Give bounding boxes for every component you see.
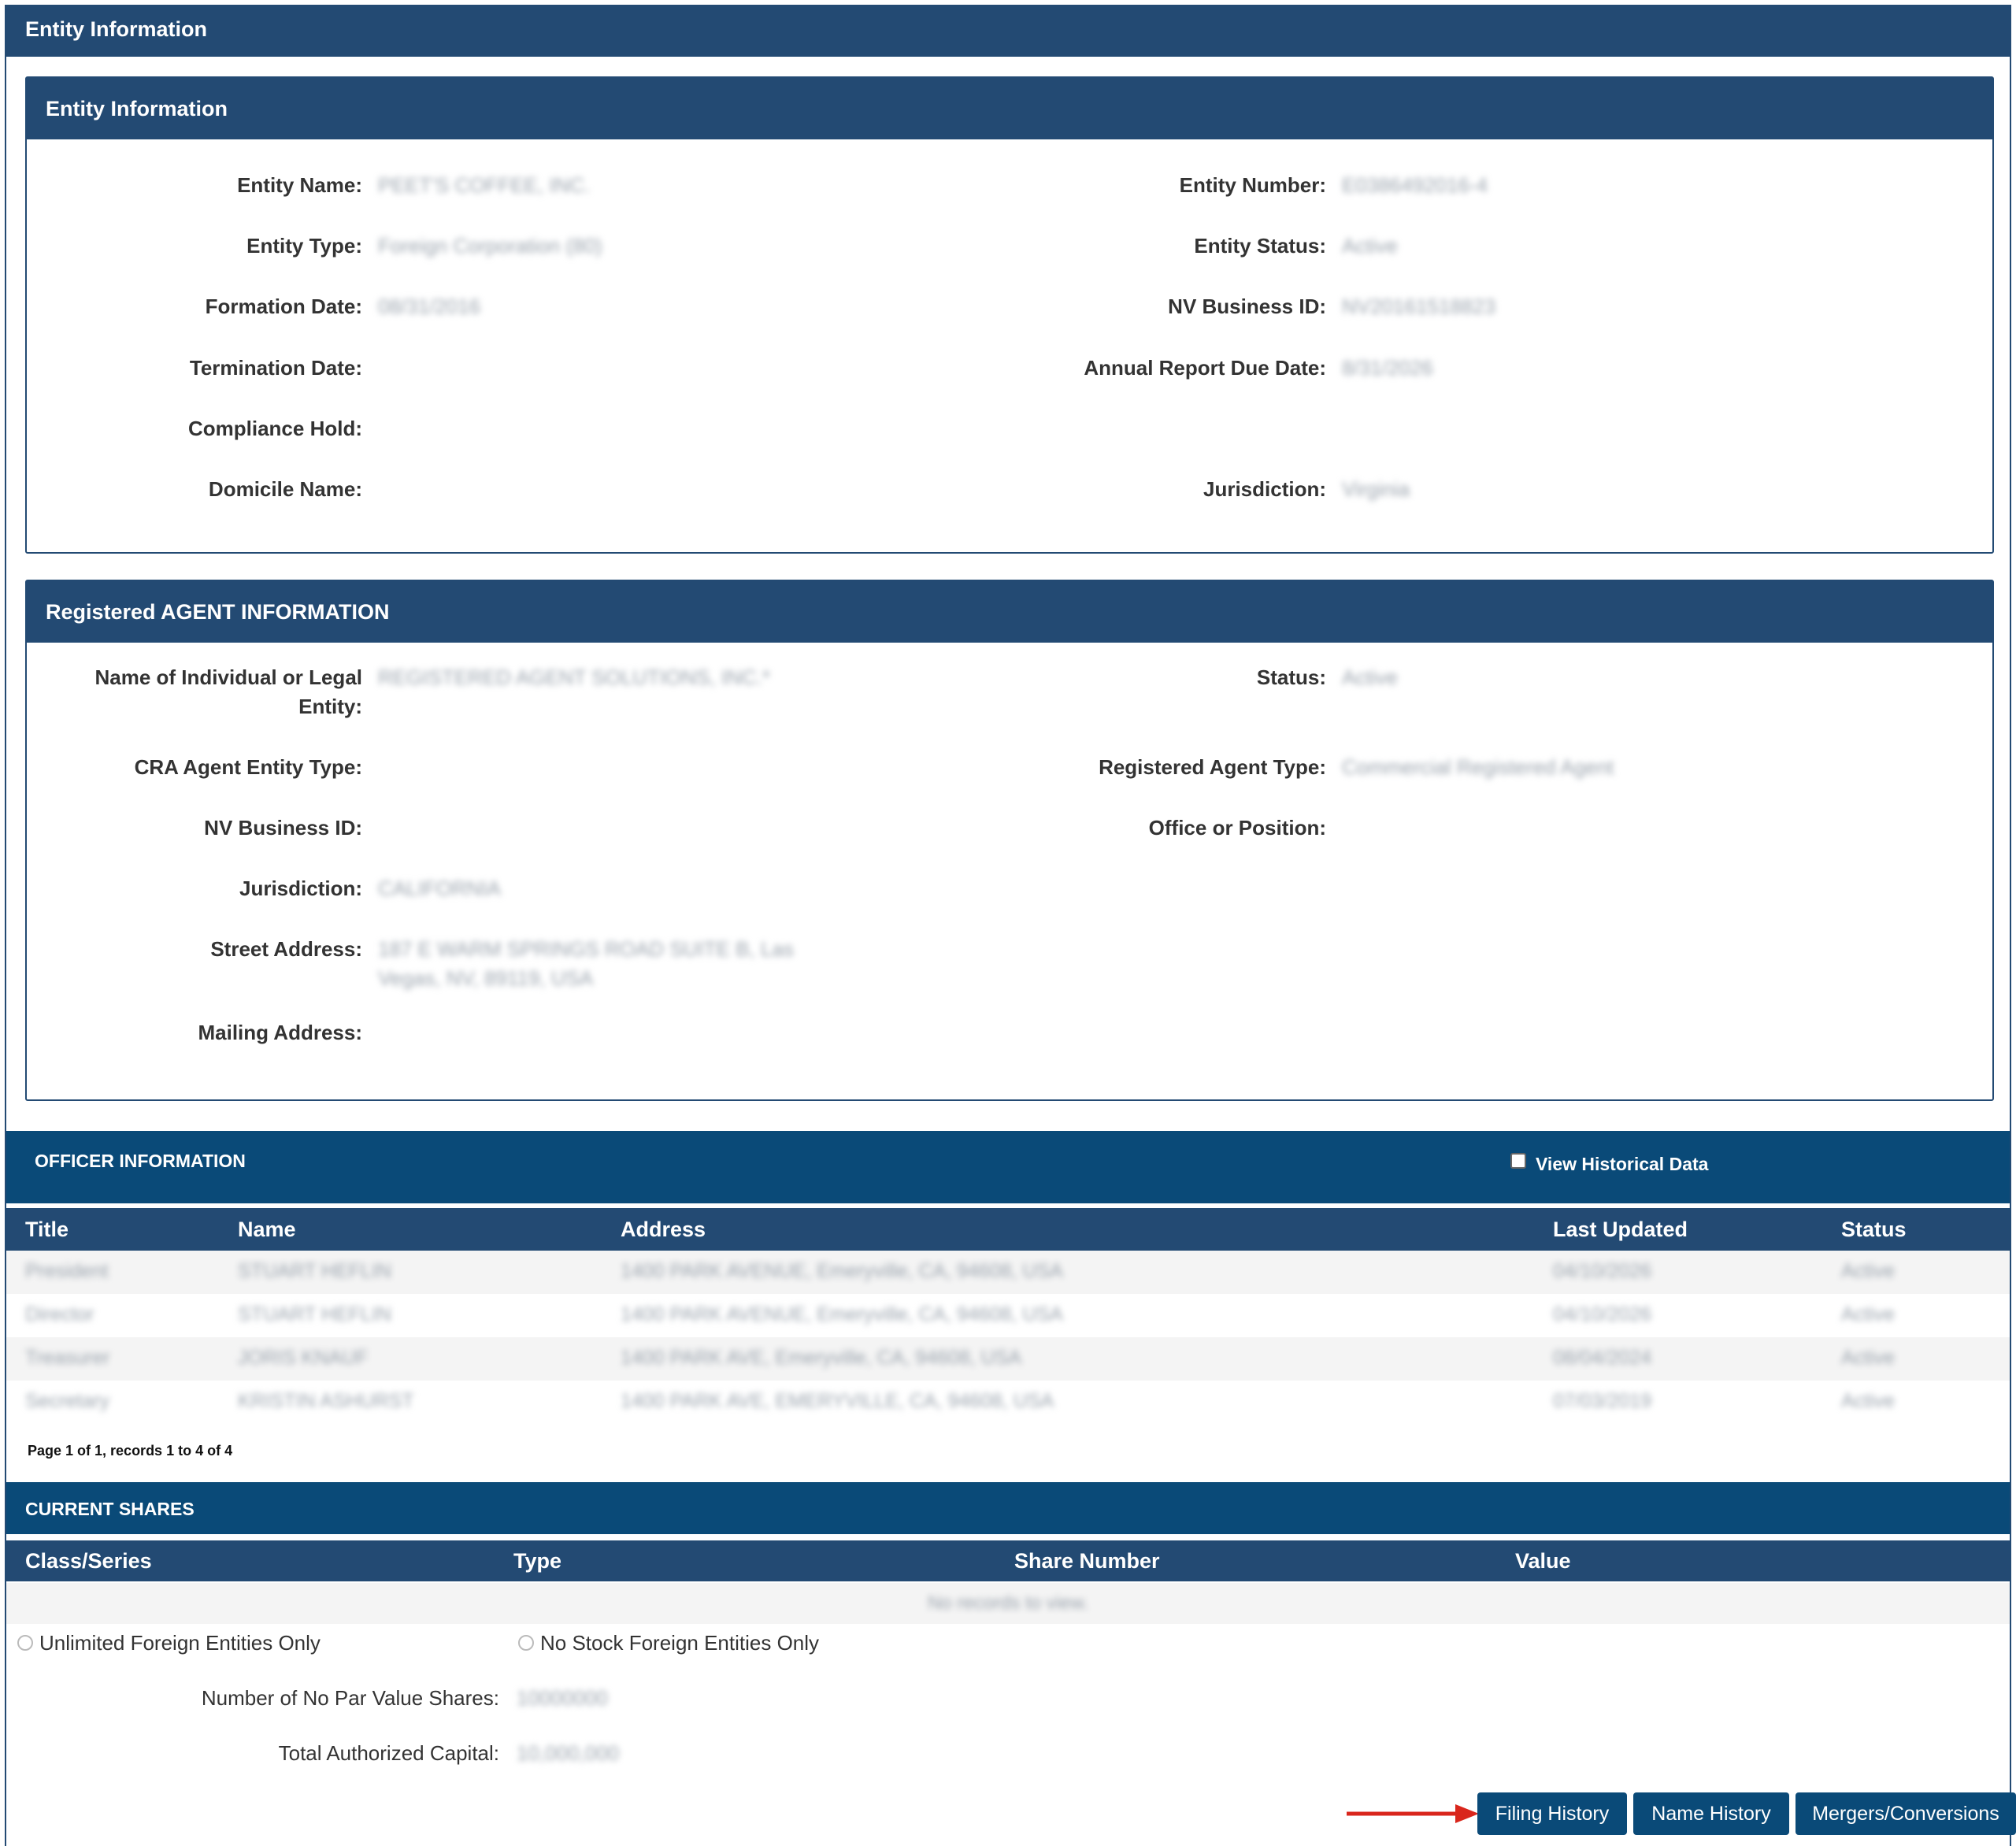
- agent-status-value: Active: [1342, 665, 1398, 689]
- officer-title: Secretary: [25, 1390, 109, 1412]
- nv-business-id-value: NV20161518823: [1342, 295, 1496, 318]
- col-address: Address: [621, 1218, 706, 1241]
- agent-status-label: Status:: [1256, 665, 1326, 689]
- officer-table-header: Title Name Address Last Updated Status: [6, 1208, 2010, 1251]
- entity-status-value: Active: [1342, 234, 1398, 258]
- no-stock-foreign-label[interactable]: No Stock Foreign Entities Only: [540, 1631, 819, 1655]
- officer-address: 1400 PARK AVENUE, Emeryville, CA, 94608,…: [621, 1303, 1063, 1325]
- annual-report-due-label: Annual Report Due Date:: [1084, 356, 1326, 380]
- agent-jurisdiction-label: Jurisdiction:: [239, 877, 362, 900]
- office-position-label: Office or Position:: [1148, 816, 1326, 840]
- agent-name-label: Name of Individual or Legal Entity:: [94, 665, 363, 718]
- agent-panel-title: Registered AGENT INFORMATION: [27, 581, 1992, 643]
- shares-section-header: CURRENT SHARES: [6, 1482, 2010, 1534]
- shares-table-header: Class/Series Type Share Number Value: [6, 1540, 2010, 1581]
- officer-section-header: OFFICER INFORMATION View Historical Data: [6, 1131, 2010, 1203]
- entity-detail-page: Entity Information Entity Information En…: [5, 5, 2016, 1846]
- entity-name-label: Entity Name:: [237, 173, 362, 197]
- entity-number-value: E0386492016-4: [1342, 173, 1488, 197]
- unlimited-foreign-radio[interactable]: [17, 1635, 33, 1651]
- view-historical-checkbox[interactable]: [1510, 1153, 1526, 1169]
- table-row[interactable]: President STUART HEFLIN 1400 PARK AVENUE…: [6, 1251, 2010, 1294]
- officer-updated: 07/03/2019: [1553, 1390, 1652, 1412]
- officer-updated: 08/04/2024: [1553, 1347, 1652, 1369]
- table-row[interactable]: Director STUART HEFLIN 1400 PARK AVENUE,…: [6, 1294, 2010, 1337]
- no-par-shares-value: 10000000: [517, 1686, 608, 1710]
- total-capital-label: Total Authorized Capital:: [278, 1741, 499, 1765]
- agent-type-label: Registered Agent Type:: [1099, 755, 1326, 779]
- col-name: Name: [238, 1218, 296, 1241]
- agent-name-value: REGISTERED AGENT SOLUTIONS, INC.*: [378, 665, 770, 689]
- formation-date-value: 08/31/2016: [378, 295, 481, 318]
- officer-pagination: Page 1 of 1, records 1 to 4 of 4: [28, 1443, 233, 1459]
- name-history-button[interactable]: Name History: [1633, 1792, 1789, 1835]
- annual-report-due-value: 8/31/2026: [1342, 356, 1433, 380]
- agent-jurisdiction-value: CALIFORNIA: [378, 877, 502, 900]
- entity-information-panel: Entity Information Entity Name: PEET'S C…: [25, 76, 1994, 554]
- page-title: Entity Information: [6, 5, 2010, 57]
- officer-section-title: OFFICER INFORMATION: [35, 1151, 246, 1171]
- mergers-conversions-button[interactable]: Mergers/Conversions: [1796, 1792, 2016, 1835]
- officer-address: 1400 PARK AVENUE, Emeryville, CA, 94608,…: [621, 1260, 1063, 1282]
- street-address-value: 187 E WARM SPRINGS ROAD SUITE B, Las Veg…: [378, 937, 794, 990]
- officer-name: STUART HEFLIN: [238, 1260, 391, 1282]
- shares-empty-row: No records to view.: [6, 1583, 2010, 1624]
- col-share-number: Share Number: [1014, 1549, 1160, 1573]
- col-status: Status: [1841, 1218, 1907, 1241]
- arrow-right-icon: [1347, 1804, 1479, 1823]
- officer-updated: 04/10/2026: [1553, 1303, 1652, 1325]
- jurisdiction-value: Virginia: [1342, 477, 1410, 501]
- col-value: Value: [1515, 1549, 1571, 1573]
- formation-date-label: Formation Date:: [205, 295, 362, 318]
- table-row[interactable]: Secretary KRISTIN ASHURST 1400 PARK AVE,…: [6, 1381, 2010, 1424]
- agent-nv-id-label: NV Business ID:: [204, 816, 362, 840]
- officer-status: Active: [1841, 1390, 1896, 1412]
- officer-status: Active: [1841, 1303, 1896, 1325]
- officer-updated: 04/10/2026: [1553, 1260, 1652, 1282]
- table-row[interactable]: Treasurer JORIS KNAUF 1400 PARK AVE, Eme…: [6, 1337, 2010, 1381]
- agent-type-value: Commercial Registered Agent: [1342, 755, 1614, 779]
- section-divider: [6, 1534, 2010, 1540]
- jurisdiction-label: Jurisdiction:: [1203, 477, 1326, 501]
- compliance-hold-label: Compliance Hold:: [187, 417, 362, 440]
- shares-section-title: CURRENT SHARES: [25, 1499, 195, 1519]
- col-title: Title: [25, 1218, 69, 1241]
- col-last-updated: Last Updated: [1553, 1218, 1688, 1241]
- no-stock-foreign-radio[interactable]: [518, 1635, 534, 1651]
- entity-type-value: Foreign Corporation (80): [378, 234, 602, 258]
- col-class-series: Class/Series: [25, 1549, 152, 1573]
- shares-empty-text: No records to view.: [927, 1592, 1089, 1614]
- total-capital-value: 10,000,000: [517, 1741, 620, 1765]
- registered-agent-panel: Registered AGENT INFORMATION Name of Ind…: [25, 580, 1994, 1101]
- cra-type-label: CRA Agent Entity Type:: [134, 755, 362, 779]
- officer-title: President: [25, 1260, 109, 1282]
- officer-title: Treasurer: [25, 1347, 110, 1369]
- entity-type-label: Entity Type:: [246, 234, 362, 258]
- entity-number-label: Entity Number:: [1179, 173, 1326, 197]
- street-address-label: Street Address:: [210, 937, 362, 961]
- termination-date-label: Termination Date:: [189, 356, 362, 380]
- officer-status: Active: [1841, 1260, 1896, 1282]
- view-historical-label[interactable]: View Historical Data: [1536, 1152, 1708, 1176]
- nv-business-id-label: NV Business ID:: [1168, 295, 1326, 318]
- unlimited-foreign-label[interactable]: Unlimited Foreign Entities Only: [39, 1631, 321, 1655]
- officer-name: KRISTIN ASHURST: [238, 1390, 414, 1412]
- mailing-address-label: Mailing Address:: [198, 1021, 362, 1044]
- officer-title: Director: [25, 1303, 94, 1325]
- officer-address: 1400 PARK AVE, EMERYVILLE, CA, 94608, US…: [621, 1390, 1054, 1412]
- no-par-shares-label: Number of No Par Value Shares:: [201, 1686, 499, 1710]
- officer-name: STUART HEFLIN: [238, 1303, 391, 1325]
- filing-history-button[interactable]: Filing History: [1477, 1792, 1627, 1835]
- officer-status: Active: [1841, 1347, 1896, 1369]
- officer-name: JORIS KNAUF: [238, 1347, 369, 1369]
- col-type: Type: [513, 1549, 562, 1573]
- entity-status-label: Entity Status:: [1194, 234, 1326, 258]
- entity-name-value: PEET'S COFFEE, INC.: [378, 173, 591, 197]
- entity-panel-title: Entity Information: [27, 78, 1992, 139]
- domicile-name-label: Domicile Name:: [208, 477, 362, 501]
- officer-address: 1400 PARK AVE, Emeryville, CA, 94608, US…: [621, 1347, 1022, 1369]
